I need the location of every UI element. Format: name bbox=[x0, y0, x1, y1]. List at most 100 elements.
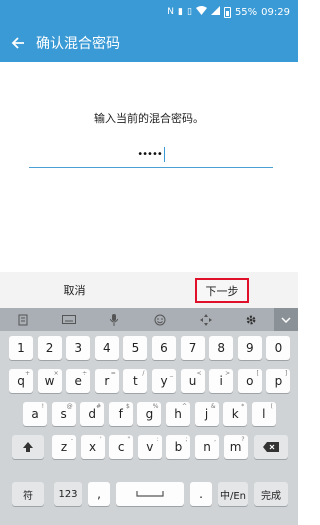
letter-key-s[interactable]: s @ bbox=[51, 402, 76, 426]
shift-key[interactable] bbox=[12, 435, 44, 459]
letter-key-n[interactable]: n, bbox=[195, 435, 219, 459]
letter-key-v[interactable]: v: bbox=[137, 435, 162, 459]
letter-key-d[interactable]: d # bbox=[80, 402, 105, 426]
back-arrow-icon[interactable] bbox=[0, 24, 36, 62]
signal-icon bbox=[210, 6, 220, 18]
password-prompt: 输入当前的混合密码。 bbox=[94, 112, 204, 125]
number-mode-key[interactable]: 123 bbox=[54, 482, 82, 506]
nfc-icon: N bbox=[167, 7, 175, 17]
number-key-5[interactable]: 5 bbox=[123, 336, 148, 360]
key-hint: = bbox=[110, 370, 116, 377]
password-mask: ••••• bbox=[137, 149, 162, 160]
key-hint: / bbox=[142, 370, 145, 377]
letter-key-w[interactable]: w × bbox=[37, 369, 62, 393]
zxcv-row: z - x ' c " v: b; n, m? bbox=[0, 435, 298, 462]
key-hint: # bbox=[96, 403, 102, 410]
keyboard-toolbar bbox=[0, 308, 299, 331]
action-row: 取消 下一步 bbox=[0, 272, 298, 308]
cancel-button[interactable]: 取消 bbox=[0, 282, 149, 298]
chevron-down-icon[interactable] bbox=[274, 308, 299, 331]
letter-key-i[interactable]: i > bbox=[209, 369, 234, 393]
letter-key-a[interactable]: a! bbox=[23, 402, 47, 426]
number-key-4[interactable]: 4 bbox=[94, 336, 119, 360]
status-bar: N ▮ ▯ 55% 09:29 bbox=[0, 0, 298, 24]
key-hint: ? bbox=[241, 436, 245, 443]
page-title: 确认混合密码 bbox=[36, 36, 120, 52]
number-key-0[interactable]: 0 bbox=[266, 336, 291, 360]
letter-key-b[interactable]: b; bbox=[166, 435, 191, 459]
letter-key-t[interactable]: t / bbox=[123, 369, 148, 393]
clipboard-icon[interactable] bbox=[0, 308, 46, 331]
number-key-2[interactable]: 2 bbox=[37, 336, 62, 360]
letter-key-c[interactable]: c " bbox=[109, 435, 134, 459]
key-hint: > bbox=[225, 370, 231, 377]
asdf-row: a! s @ d # f $ g% h ^ j & k * l( bbox=[0, 402, 298, 429]
password-input[interactable]: ••••• bbox=[29, 142, 273, 168]
letter-key-y[interactable]: y _ bbox=[152, 369, 176, 393]
bottom-row: 符 123 , . 中/En 完成 bbox=[0, 482, 298, 509]
sim-icon: ▮ bbox=[178, 7, 183, 17]
microphone-icon[interactable] bbox=[91, 308, 137, 331]
letter-key-k[interactable]: k * bbox=[223, 402, 248, 426]
space-key[interactable] bbox=[116, 482, 184, 506]
key-hint: < bbox=[196, 370, 202, 377]
letter-key-z[interactable]: z- bbox=[52, 435, 76, 459]
key-hint: ÷ bbox=[82, 370, 88, 377]
keyboard: 1234567890 q + w × e ÷ r = t / y _ u < i > o[p] a! s @ d # f $… bbox=[0, 308, 299, 525]
language-switch-key[interactable]: 中/En bbox=[218, 482, 248, 506]
key-hint: @ bbox=[66, 403, 73, 410]
number-key-6[interactable]: 6 bbox=[152, 336, 176, 360]
letter-key-r[interactable]: r = bbox=[94, 369, 119, 393]
letter-key-j[interactable]: j & bbox=[194, 402, 219, 426]
key-hint: ^ bbox=[181, 403, 187, 410]
wifi-icon bbox=[195, 6, 207, 18]
letter-key-o[interactable]: o[ bbox=[237, 369, 262, 393]
letter-key-h[interactable]: h ^ bbox=[166, 402, 190, 426]
number-key-1[interactable]: 1 bbox=[9, 336, 33, 360]
key-hint: [ bbox=[256, 370, 259, 377]
done-key[interactable]: 完成 bbox=[254, 482, 288, 506]
number-key-7[interactable]: 7 bbox=[180, 336, 205, 360]
key-hint: , bbox=[214, 436, 216, 443]
key-hint: * bbox=[241, 403, 245, 410]
key-hint: ] bbox=[285, 370, 288, 377]
backspace-key[interactable] bbox=[254, 435, 288, 459]
next-button[interactable]: 下一步 bbox=[195, 278, 249, 303]
key-hint: + bbox=[24, 370, 30, 377]
qwerty-row: q + w × e ÷ r = t / y _ u < i > o[p] bbox=[0, 369, 298, 396]
symbol-key[interactable]: 符 bbox=[12, 482, 44, 506]
app-bar: 确认混合密码 bbox=[0, 24, 298, 62]
number-key-9[interactable]: 9 bbox=[237, 336, 262, 360]
vibrate-icon: ▯ bbox=[186, 7, 192, 17]
letter-key-u[interactable]: u < bbox=[180, 369, 205, 393]
key-hint: _ bbox=[170, 370, 173, 377]
number-key-3[interactable]: 3 bbox=[66, 336, 91, 360]
number-key-8[interactable]: 8 bbox=[209, 336, 234, 360]
letter-key-g[interactable]: g% bbox=[137, 402, 162, 426]
period-key[interactable]: . bbox=[190, 482, 212, 506]
cursor-move-icon[interactable] bbox=[183, 308, 229, 331]
key-hint: $ bbox=[125, 403, 130, 410]
letter-key-f[interactable]: f $ bbox=[108, 402, 133, 426]
emoji-icon[interactable] bbox=[137, 308, 183, 331]
key-hint: × bbox=[53, 370, 59, 377]
letter-key-x[interactable]: x ' bbox=[80, 435, 105, 459]
key-hint: ; bbox=[185, 436, 188, 443]
letter-key-m[interactable]: m? bbox=[223, 435, 248, 459]
key-hint: - bbox=[70, 436, 73, 443]
key-hint: % bbox=[152, 403, 159, 410]
keyboard-icon[interactable] bbox=[46, 308, 92, 331]
gear-icon[interactable] bbox=[228, 308, 274, 331]
number-row: 1234567890 bbox=[0, 336, 298, 363]
letter-key-l[interactable]: l( bbox=[251, 402, 276, 426]
letter-key-q[interactable]: q + bbox=[9, 369, 33, 393]
key-hint: ' bbox=[99, 436, 102, 443]
letter-key-p[interactable]: p] bbox=[266, 369, 291, 393]
letter-key-e[interactable]: e ÷ bbox=[66, 369, 91, 393]
comma-key[interactable]: , bbox=[88, 482, 110, 506]
battery-icon bbox=[223, 6, 231, 18]
main-content: 输入当前的混合密码。 ••••• bbox=[0, 62, 298, 272]
key-hint: ( bbox=[270, 403, 273, 410]
key-hint: : bbox=[156, 436, 159, 443]
text-cursor bbox=[163, 147, 165, 162]
